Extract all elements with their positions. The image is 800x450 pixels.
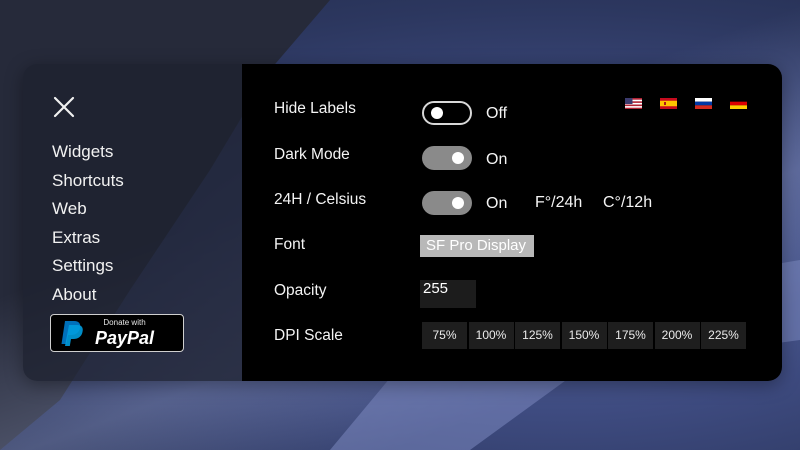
dpi-scale-label: DPI Scale xyxy=(274,327,343,344)
toggle-knob xyxy=(431,107,443,119)
sidebar-item-settings[interactable]: Settings xyxy=(52,252,124,281)
dark-mode-label: Dark Mode xyxy=(274,146,350,163)
sidebar-item-extras[interactable]: Extras xyxy=(52,224,124,253)
celsius-12h-option[interactable]: C°/12h xyxy=(603,194,652,212)
dpi-100-button[interactable]: 100% xyxy=(468,322,514,349)
font-label: Font xyxy=(274,236,306,253)
dark-mode-toggle[interactable] xyxy=(422,146,472,170)
dark-mode-state: On xyxy=(486,151,508,168)
sidebar-item-shortcuts[interactable]: Shortcuts xyxy=(52,167,124,196)
toggle-knob xyxy=(452,152,464,164)
time-temp-toggle[interactable] xyxy=(422,191,472,215)
fahrenheit-24h-option[interactable]: F°/24h xyxy=(535,194,582,212)
dpi-scale-options: 75% 100% 125% 150% 175% 200% 225% xyxy=(422,322,748,349)
paypal-wordmark: PayPal xyxy=(95,328,155,348)
language-flags xyxy=(625,98,765,109)
settings-panel: Widgets Shortcuts Web Extras Settings Ab… xyxy=(23,64,782,381)
es-flag-icon[interactable] xyxy=(660,98,677,109)
time-temp-state: On xyxy=(486,195,508,212)
sidebar-item-about[interactable]: About xyxy=(52,281,124,310)
settings-content: Hide Labels Off Dark Mode On 24H / Celsi… xyxy=(242,64,782,381)
time-temp-label: 24H / Celsius xyxy=(274,191,367,208)
toggle-knob xyxy=(452,197,464,209)
dpi-75-button[interactable]: 75% xyxy=(422,322,467,349)
font-select[interactable]: SF Pro Display xyxy=(420,235,534,257)
hide-labels-state: Off xyxy=(486,105,508,122)
sidebar-item-widgets[interactable]: Widgets xyxy=(52,138,124,167)
opacity-label: Opacity xyxy=(274,282,327,299)
dpi-225-button[interactable]: 225% xyxy=(701,322,746,349)
dpi-200-button[interactable]: 200% xyxy=(654,322,700,349)
hide-labels-toggle[interactable] xyxy=(422,101,472,125)
sidebar: Widgets Shortcuts Web Extras Settings Ab… xyxy=(23,64,242,381)
sidebar-nav: Widgets Shortcuts Web Extras Settings Ab… xyxy=(52,138,124,309)
paypal-donate-button[interactable]: Donate with PayPal xyxy=(50,314,184,352)
donate-caption: Donate with xyxy=(103,318,146,327)
sidebar-item-web[interactable]: Web xyxy=(52,195,124,224)
hide-labels-label: Hide Labels xyxy=(274,100,356,117)
close-icon[interactable] xyxy=(53,96,75,118)
opacity-input[interactable]: 255 xyxy=(420,280,476,308)
dpi-125-button[interactable]: 125% xyxy=(515,322,560,349)
paypal-icon xyxy=(61,321,83,346)
de-flag-icon[interactable] xyxy=(730,98,747,109)
dpi-150-button[interactable]: 150% xyxy=(561,322,607,349)
dpi-175-button[interactable]: 175% xyxy=(608,322,653,349)
ru-flag-icon[interactable] xyxy=(695,98,712,109)
us-flag-icon[interactable] xyxy=(625,98,642,109)
